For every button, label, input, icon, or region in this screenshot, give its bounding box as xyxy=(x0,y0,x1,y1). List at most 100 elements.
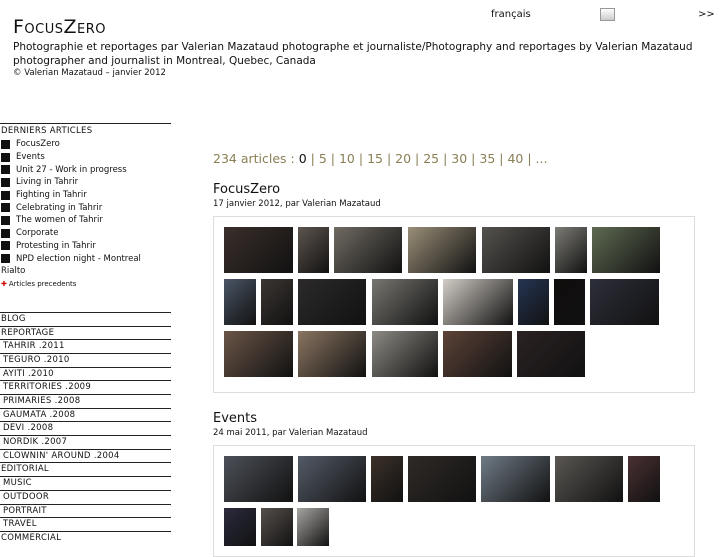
recent-article-label: FocusZero xyxy=(16,139,60,150)
category-nav: BLOG REPORTAGE TAHRIR .2011 TEGURO .2010 AYI… xyxy=(0,311,171,545)
photo-thumbnail[interactable] xyxy=(224,508,256,546)
recent-article-item[interactable]: Protesting in Tahrir xyxy=(0,240,171,253)
language-select[interactable]: français xyxy=(491,9,531,20)
recent-article-item[interactable]: Fighting in Tahrir xyxy=(0,189,171,202)
nav-item[interactable]: PORTRAIT xyxy=(0,503,171,518)
pagination: 234 articles : 0 | 5 | 10 | 15 | 20 | 25… xyxy=(213,151,547,166)
page-link[interactable]: 35 xyxy=(479,151,495,166)
photo-thumbnail[interactable] xyxy=(297,508,329,546)
page-link[interactable]: 20 xyxy=(395,151,411,166)
page-separator: | xyxy=(523,151,536,166)
recent-article-label: Unit 27 - Work in progress xyxy=(16,164,127,175)
nav-item[interactable]: TRAVEL xyxy=(0,517,171,531)
nav-item[interactable]: GAUMATA .2008 xyxy=(0,407,171,422)
photo-thumbnail[interactable] xyxy=(408,456,476,502)
page-link[interactable]: 30 xyxy=(451,151,467,166)
photo-thumbnail[interactable] xyxy=(592,227,660,273)
photo-thumbnail[interactable] xyxy=(224,227,293,273)
photo-thumbnail[interactable] xyxy=(372,331,438,377)
nav-item[interactable]: TAHRIR .2011 xyxy=(0,339,171,353)
photo-thumbnail[interactable] xyxy=(408,227,476,273)
photo-thumbnail[interactable] xyxy=(224,456,293,502)
recent-article-item[interactable]: NPD election night - Montreal xyxy=(0,252,171,265)
nav-item[interactable]: MUSIC xyxy=(0,476,171,490)
recent-article-item[interactable]: Corporate xyxy=(0,227,171,240)
previous-articles-label: Articles precedents xyxy=(8,279,77,288)
page-link[interactable]: 15 xyxy=(367,151,383,166)
recent-article-label: NPD election night - Montreal xyxy=(16,253,141,264)
post-title[interactable]: Events xyxy=(213,411,257,426)
page-link[interactable]: 40 xyxy=(507,151,523,166)
site-logo[interactable]: FocusZero xyxy=(13,16,106,38)
photo-thumbnail[interactable] xyxy=(443,331,512,377)
photo-thumbnail[interactable] xyxy=(371,456,403,502)
language-dropdown-button[interactable] xyxy=(600,8,615,21)
post-title[interactable]: FocusZero xyxy=(213,182,280,197)
nav-item[interactable]: TEGURO .2010 xyxy=(0,352,171,367)
photo-thumbnail[interactable] xyxy=(334,227,402,273)
next-link[interactable]: >> xyxy=(698,9,715,20)
nav-item[interactable]: NORDIK .2007 xyxy=(0,435,171,449)
nav-item[interactable]: PRIMARIES .2008 xyxy=(0,394,171,408)
nav-item[interactable]: AYITI .2010 xyxy=(0,366,171,381)
page-separator: | xyxy=(354,151,368,166)
nav-item[interactable]: REPORTAGE xyxy=(0,325,171,340)
sidebar: DERNIERS ARTICLES FocusZero Events Unit 27… xyxy=(0,123,171,545)
recent-article-item[interactable]: The women of Tahrir xyxy=(0,214,171,227)
photo-thumbnail[interactable] xyxy=(590,279,659,325)
recent-article-label: Protesting in Tahrir xyxy=(16,240,96,251)
photo-thumbnail[interactable] xyxy=(443,279,513,325)
bullet-square-icon xyxy=(1,165,10,175)
photo-thumbnail[interactable] xyxy=(481,456,550,502)
page-separator: | xyxy=(439,151,452,166)
bullet-square-icon xyxy=(1,152,10,162)
photo-thumbnail[interactable] xyxy=(628,456,660,502)
photo-thumbnail[interactable] xyxy=(482,227,550,273)
page-link[interactable]: 25 xyxy=(423,151,439,166)
page-link[interactable]: 5 xyxy=(319,151,327,166)
previous-articles-link[interactable]: ✚ Articles precedents xyxy=(0,278,171,290)
page-separator: | xyxy=(495,151,508,166)
nav-item[interactable]: OUTDOOR xyxy=(0,489,171,504)
recent-article-item[interactable]: Events xyxy=(0,151,171,164)
photo-thumbnail[interactable] xyxy=(517,331,585,377)
photo-thumbnail[interactable] xyxy=(298,331,366,377)
photo-thumbnail[interactable] xyxy=(555,456,623,502)
photo-thumbnail[interactable] xyxy=(554,279,585,325)
nav-item[interactable]: COMMERCIAL xyxy=(0,530,171,545)
recent-article-label: Living in Tahrir xyxy=(16,177,79,188)
recent-article-item[interactable]: Celebrating in Tahrir xyxy=(0,201,171,214)
nav-item[interactable]: TERRITORIES .2009 xyxy=(0,380,171,394)
recent-article-label: The women of Tahrir xyxy=(16,215,103,226)
photo-thumbnail[interactable] xyxy=(261,508,293,546)
photo-thumbnail[interactable] xyxy=(224,279,256,325)
page-link[interactable]: 10 xyxy=(339,151,355,166)
recent-article-item[interactable]: FocusZero xyxy=(0,138,171,151)
recent-article-item[interactable]: Living in Tahrir xyxy=(0,176,171,189)
photo-thumbnail[interactable] xyxy=(518,279,549,325)
photo-thumbnail[interactable] xyxy=(298,279,366,325)
page-separator: | xyxy=(326,151,339,166)
recent-article-item[interactable]: Unit 27 - Work in progress xyxy=(0,163,171,176)
bullet-square-icon xyxy=(1,241,10,251)
bullet-square-icon xyxy=(1,215,10,225)
page-separator: | xyxy=(467,151,480,166)
copyright: © Valerian Mazataud – janvier 2012 xyxy=(13,68,166,78)
recent-article-label: Fighting in Tahrir xyxy=(16,190,87,201)
photo-thumbnail[interactable] xyxy=(372,279,438,325)
photo-thumbnail[interactable] xyxy=(555,227,587,273)
article-count: 234 articles : xyxy=(213,151,295,166)
bullet-square-icon xyxy=(1,203,10,213)
photo-thumbnail[interactable] xyxy=(224,331,293,377)
nav-item[interactable]: DEVI .2008 xyxy=(0,421,171,435)
photo-thumbnail[interactable] xyxy=(298,227,329,273)
nav-item[interactable]: EDITORIAL xyxy=(0,462,171,476)
photo-thumbnail[interactable] xyxy=(298,456,366,502)
page-link[interactable]: ... xyxy=(536,151,548,166)
rialto-link[interactable]: Rialto xyxy=(0,265,171,278)
nav-item[interactable]: BLOG xyxy=(0,311,171,326)
bullet-square-icon xyxy=(1,254,10,264)
photo-thumbnail[interactable] xyxy=(261,279,293,325)
nav-item[interactable]: CLOWNIN' AROUND .2004 xyxy=(0,448,171,463)
bullet-square-icon xyxy=(1,228,10,238)
